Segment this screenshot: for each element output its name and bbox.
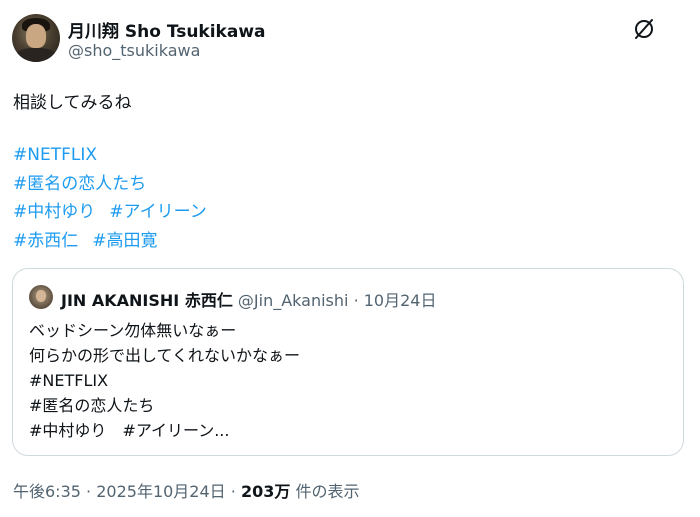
hashtag-line: #NETFLIX [13, 141, 207, 170]
hashtag-tokumei[interactable]: #匿名の恋人たち [13, 174, 146, 194]
grok-slash-icon[interactable] [631, 16, 657, 42]
views-label: 件の表示 [295, 482, 360, 501]
quoted-text-line: #中村ゆり #アイリーン... [29, 421, 230, 440]
tweet-date[interactable]: 2025年10月24日 [96, 482, 225, 501]
hashtag-line: #中村ゆり #アイリーン [13, 198, 207, 227]
hashtag-irene[interactable]: #アイリーン [109, 202, 207, 222]
separator-dot: · [230, 482, 236, 501]
author-display-name[interactable]: 月川翔 Sho Tsukikawa [68, 17, 266, 42]
hashtag-takada-hiroshi[interactable]: #高田寛 [92, 231, 157, 251]
tweet-text: 相談してみるね [13, 93, 132, 113]
quoted-tweet-date[interactable]: 10月24日 [364, 291, 437, 310]
author-handle[interactable]: @sho_tsukikawa [68, 41, 200, 60]
avatar-face [26, 24, 46, 48]
separator-dot: · [86, 482, 92, 501]
author-avatar[interactable] [12, 14, 60, 62]
hashtag-nakamura-yuri[interactable]: #中村ゆり [13, 202, 95, 222]
separator-dot: · [353, 291, 359, 310]
quoted-text-line: ベッドシーン勿体無いなぁー [29, 321, 237, 340]
tweet-meta: 午後6:35 · 2025年10月24日 · 203万 件の表示 [13, 478, 359, 502]
hashtag-list: #NETFLIX #匿名の恋人たち #中村ゆり #アイリーン #赤西仁 #高田寛 [13, 141, 207, 255]
hashtag-netflix[interactable]: #NETFLIX [13, 145, 97, 165]
quoted-author-avatar[interactable] [29, 285, 53, 309]
hashtag-akanishi-jin[interactable]: #赤西仁 [13, 231, 78, 251]
quoted-author-name[interactable]: JIN AKANISHI 赤西仁 [61, 291, 233, 310]
quoted-author-handle[interactable]: @Jin_Akanishi [238, 291, 349, 310]
avatar-face [36, 290, 46, 302]
tweet-time[interactable]: 午後6:35 [13, 482, 81, 501]
avatar-shirt [16, 48, 56, 62]
quoted-tweet-header: JIN AKANISHI 赤西仁 @Jin_Akanishi · 10月24日 [61, 287, 436, 311]
hashtag-line: #匿名の恋人たち [13, 170, 207, 199]
tweet: 月川翔 Sho Tsukikawa @sho_tsukikawa 相談してみるね… [0, 0, 700, 517]
hashtag-line: #赤西仁 #高田寛 [13, 227, 207, 256]
views-count: 203万 [240, 482, 291, 501]
quoted-text-line: #匿名の恋人たち [29, 396, 155, 415]
quoted-text-line: #NETFLIX [29, 371, 109, 390]
quoted-text-line: 何らかの形で出してくれないかなぁー [29, 346, 301, 365]
quoted-tweet-card[interactable]: JIN AKANISHI 赤西仁 @Jin_Akanishi · 10月24日 … [12, 268, 684, 456]
quoted-tweet-text: ベッドシーン勿体無いなぁー 何らかの形で出してくれないかなぁー #NETFLIX… [29, 318, 300, 443]
